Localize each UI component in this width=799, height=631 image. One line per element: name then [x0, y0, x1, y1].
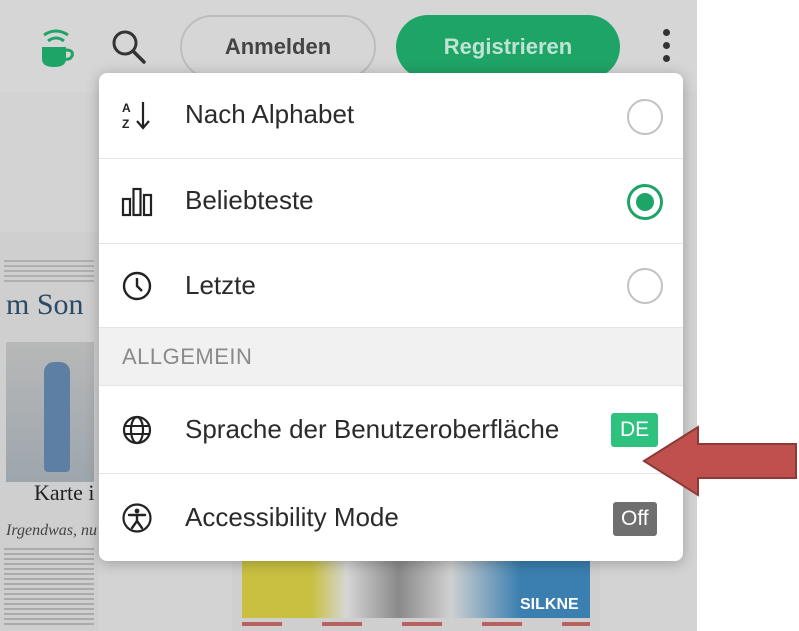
annotation-arrow-icon	[642, 425, 797, 497]
thumbnail-caption: Karte i	[34, 480, 95, 505]
clock-icon	[121, 270, 153, 302]
menu-item-sort-latest[interactable]: Letzte	[99, 244, 683, 328]
register-button[interactable]: Registrieren	[396, 15, 620, 79]
sort-alpha-icon: A Z	[121, 99, 153, 131]
thumbnail-masthead: m Son	[6, 288, 84, 321]
accessibility-badge[interactable]: Off	[613, 502, 657, 536]
dropdown-menu: A Z Nach Alphabet Beliebteste Letzte ALL…	[99, 73, 683, 561]
globe-icon	[121, 414, 153, 446]
more-vertical-icon[interactable]	[656, 26, 676, 70]
thumbnail-headline: Irgendwas, nu	[6, 522, 97, 539]
radio-sort-popular[interactable]	[627, 184, 663, 220]
login-button[interactable]: Anmelden	[180, 15, 376, 79]
bar-chart-icon	[121, 185, 153, 217]
radio-sort-alphabet[interactable]	[627, 99, 663, 135]
thumbnail-person	[44, 362, 70, 472]
thumbnail-footer-lines	[242, 622, 590, 626]
thumbnail-body-lines	[4, 548, 94, 628]
menu-item-label: Accessibility Mode	[185, 502, 399, 532]
coffee-cup-icon[interactable]	[36, 25, 76, 71]
newspaper-thumbnail-right[interactable]: SILKNE	[232, 560, 600, 631]
menu-item-label: Beliebteste	[185, 185, 314, 215]
thumbnail-text-lines	[4, 260, 94, 282]
menu-item-sort-alphabet[interactable]: A Z Nach Alphabet	[99, 73, 683, 159]
search-icon[interactable]	[110, 28, 148, 66]
menu-item-label: Letzte	[185, 270, 256, 300]
newspaper-thumbnail-left[interactable]: m Son Karte i Irgendwas, nu	[0, 232, 98, 631]
section-header-general: ALLGEMEIN	[99, 328, 683, 386]
menu-item-ui-language[interactable]: Sprache der Benutzeroberfläche DE	[99, 386, 683, 474]
thumbnail-image-label: SILKNE	[520, 596, 579, 613]
menu-item-label: Nach Alphabet	[185, 99, 355, 129]
menu-item-sort-popular[interactable]: Beliebteste	[99, 159, 683, 244]
section-title: ALLGEMEIN	[122, 344, 253, 369]
menu-item-label: Sprache der Benutzeroberfläche	[185, 414, 560, 444]
radio-sort-latest[interactable]	[627, 268, 663, 304]
menu-item-accessibility[interactable]: Accessibility Mode Off	[99, 474, 683, 561]
svg-text:A: A	[122, 101, 131, 115]
accessibility-icon	[121, 502, 153, 534]
svg-text:Z: Z	[122, 117, 129, 131]
